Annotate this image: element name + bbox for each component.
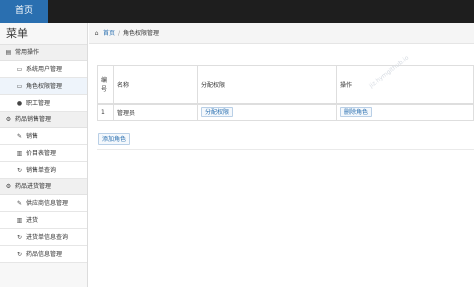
column-header-assign: 分配权限 xyxy=(197,65,337,105)
sidebar-menu: 菜单 ▤ 常用操作 ▭ 系统用户管理 ▭ 角色权限管理 ● 职工管理 ⚙ 药品销售管理 ✎… xyxy=(0,23,88,287)
column-header-number: 编号 xyxy=(97,65,114,105)
breadcrumb-current: 角色权限管理 xyxy=(123,30,160,37)
sidebar-group-label: 常用操作 xyxy=(15,49,40,56)
refresh-icon: ↻ xyxy=(16,167,23,174)
file-icon: ▭ xyxy=(16,83,23,90)
file-icon: ▭ xyxy=(16,66,23,73)
gear-icon: ⚙ xyxy=(5,116,12,123)
sidebar-item-label: 销售 xyxy=(26,133,39,140)
home-brand-link[interactable]: 首页 xyxy=(0,0,48,23)
sidebar-item-label: 进货单信息查询 xyxy=(26,234,69,241)
assign-permissions-button[interactable]: 分配权限 xyxy=(201,107,234,118)
sidebar-group-label: 药品销售管理 xyxy=(15,116,52,123)
sidebar-title: 菜单 xyxy=(0,23,87,45)
column-header-actions: 操作 xyxy=(336,65,474,105)
table-row: 1 管理员 分配权限 删除角色 xyxy=(97,103,474,121)
cell-number: 1 xyxy=(97,103,114,121)
sidebar-item-label: 系统用户管理 xyxy=(26,66,63,73)
sidebar-item-price-list[interactable]: ▥ 价目表管理 xyxy=(0,145,87,162)
add-role-button[interactable]: 添加角色 xyxy=(98,133,131,145)
sidebar-item-role-permissions[interactable]: ▭ 角色权限管理 xyxy=(0,78,87,95)
sidebar-item-suppliers[interactable]: ✎ 供应商信息管理 xyxy=(0,195,87,212)
sidebar-group-drug-sales[interactable]: ⚙ 药品销售管理 xyxy=(0,112,87,128)
sidebar-item-drug-info[interactable]: ↻ 药品信息管理 xyxy=(0,246,87,263)
comment-icon: ● xyxy=(16,100,23,107)
cell-actions: 删除角色 xyxy=(336,103,474,121)
wrench-icon: ✎ xyxy=(16,200,23,207)
breadcrumb-home-link[interactable]: 首页 xyxy=(103,30,115,37)
list-icon: ▤ xyxy=(5,49,12,56)
sidebar-item-label: 职工管理 xyxy=(26,100,51,107)
sidebar-item-label: 价目表管理 xyxy=(26,150,57,157)
delete-role-button[interactable]: 删除角色 xyxy=(340,107,373,118)
trash-icon: ▥ xyxy=(16,217,23,224)
sidebar-item-system-users[interactable]: ▭ 系统用户管理 xyxy=(0,61,87,78)
sidebar-item-sales[interactable]: ✎ 销售 xyxy=(0,128,87,145)
sidebar-item-purchase-orders[interactable]: ↻ 进货单信息查询 xyxy=(0,229,87,246)
breadcrumb: ⌂ 首页 / 角色权限管理 xyxy=(89,23,474,44)
sidebar-item-label: 供应商信息管理 xyxy=(26,200,69,207)
sidebar-item-label: 进货 xyxy=(26,217,39,224)
top-navbar: 首页 xyxy=(0,0,474,23)
sidebar-item-staff[interactable]: ● 职工管理 xyxy=(0,95,87,112)
cell-name: 管理员 xyxy=(113,103,198,121)
sidebar-item-sales-orders[interactable]: ↻ 销售单查询 xyxy=(0,162,87,179)
content-divider xyxy=(97,149,474,150)
sidebar-item-label: 药品信息管理 xyxy=(26,251,63,258)
column-header-name: 名称 xyxy=(113,65,198,105)
wrench-icon: ✎ xyxy=(16,133,23,140)
roles-table: 编号 名称 分配权限 操作 1 管理员 分配权限 删除角色 xyxy=(97,65,474,121)
sidebar-group-drug-purchasing[interactable]: ⚙ 药品进货管理 xyxy=(0,179,87,195)
sidebar-group-label: 药品进货管理 xyxy=(15,183,52,190)
sidebar-group-common[interactable]: ▤ 常用操作 xyxy=(0,45,87,61)
trash-icon: ▥ xyxy=(16,150,23,157)
home-icon: ⌂ xyxy=(94,30,99,37)
refresh-icon: ↻ xyxy=(16,234,23,241)
sidebar-item-purchase[interactable]: ▥ 进货 xyxy=(0,212,87,229)
breadcrumb-separator: / xyxy=(118,30,121,37)
sidebar-item-label: 角色权限管理 xyxy=(26,83,63,90)
sidebar-item-label: 销售单查询 xyxy=(26,167,57,174)
table-header-row: 编号 名称 分配权限 操作 xyxy=(97,65,474,105)
cell-assign: 分配权限 xyxy=(197,103,337,121)
refresh-icon: ↻ xyxy=(16,251,23,258)
gear-icon: ⚙ xyxy=(5,183,12,190)
